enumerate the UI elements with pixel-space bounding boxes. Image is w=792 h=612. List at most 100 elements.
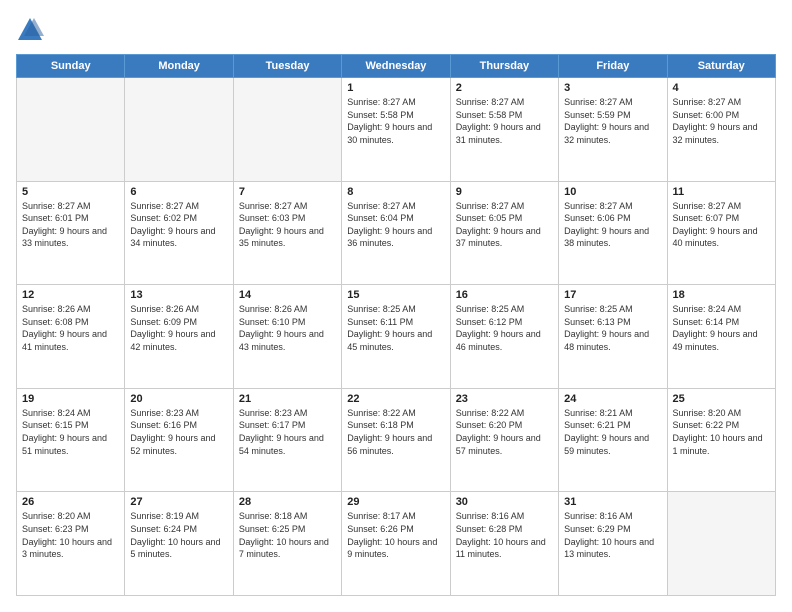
day-number: 8	[347, 186, 444, 198]
day-info: Sunrise: 8:27 AM Sunset: 6:03 PM Dayligh…	[239, 200, 336, 250]
day-info: Sunrise: 8:23 AM Sunset: 6:17 PM Dayligh…	[239, 407, 336, 457]
day-cell: 26 Sunrise: 8:20 AM Sunset: 6:23 PM Dayli…	[17, 492, 125, 596]
day-cell: 1 Sunrise: 8:27 AM Sunset: 5:58 PM Daylig…	[342, 78, 450, 182]
day-cell: 9 Sunrise: 8:27 AM Sunset: 6:05 PM Daylig…	[450, 181, 558, 285]
day-number: 5	[22, 186, 119, 198]
day-cell: 23 Sunrise: 8:22 AM Sunset: 6:20 PM Dayli…	[450, 388, 558, 492]
day-cell	[125, 78, 233, 182]
day-number: 24	[564, 393, 661, 405]
day-info: Sunrise: 8:16 AM Sunset: 6:28 PM Dayligh…	[456, 510, 553, 560]
day-number: 4	[673, 82, 770, 94]
weekday-header-row: SundayMondayTuesdayWednesdayThursdayFrid…	[17, 55, 776, 78]
day-number: 11	[673, 186, 770, 198]
day-number: 26	[22, 496, 119, 508]
day-number: 1	[347, 82, 444, 94]
weekday-wednesday: Wednesday	[342, 55, 450, 78]
day-number: 23	[456, 393, 553, 405]
day-info: Sunrise: 8:27 AM Sunset: 6:01 PM Dayligh…	[22, 200, 119, 250]
day-cell: 3Sunrise: 8:27 AM Sunset: 5:59 PM Daylig…	[559, 78, 667, 182]
day-info: Sunrise: 8:21 AM Sunset: 6:21 PM Dayligh…	[564, 407, 661, 457]
day-number: 18	[673, 289, 770, 301]
day-number: 16	[456, 289, 553, 301]
day-number: 7	[239, 186, 336, 198]
day-cell: 29 Sunrise: 8:17 AM Sunset: 6:26 PM Dayli…	[342, 492, 450, 596]
weekday-tuesday: Tuesday	[233, 55, 341, 78]
week-row-0: 1 Sunrise: 8:27 AM Sunset: 5:58 PM Daylig…	[17, 78, 776, 182]
day-cell: 16 Sunrise: 8:25 AM Sunset: 6:12 PM Dayli…	[450, 285, 558, 389]
logo	[16, 16, 50, 44]
day-number: 28	[239, 496, 336, 508]
day-info: Sunrise: 8:22 AM Sunset: 6:20 PM Dayligh…	[456, 407, 553, 457]
day-cell: 24 Sunrise: 8:21 AM Sunset: 6:21 PM Dayli…	[559, 388, 667, 492]
day-cell: 31 Sunrise: 8:16 AM Sunset: 6:29 PM Dayli…	[559, 492, 667, 596]
day-number: 14	[239, 289, 336, 301]
day-cell: 13Sunrise: 8:26 AM Sunset: 6:09 PM Dayli…	[125, 285, 233, 389]
day-info: Sunrise: 8:17 AM Sunset: 6:26 PM Dayligh…	[347, 510, 444, 560]
day-number: 15	[347, 289, 444, 301]
header	[16, 16, 776, 44]
day-cell: 19Sunrise: 8:24 AM Sunset: 6:15 PM Dayli…	[17, 388, 125, 492]
day-number: 2	[456, 82, 553, 94]
day-number: 21	[239, 393, 336, 405]
weekday-sunday: Sunday	[17, 55, 125, 78]
day-info: Sunrise: 8:25 AM Sunset: 6:13 PM Dayligh…	[564, 303, 661, 353]
day-cell: 22Sunrise: 8:22 AM Sunset: 6:18 PM Dayli…	[342, 388, 450, 492]
day-info: Sunrise: 8:27 AM Sunset: 6:00 PM Dayligh…	[673, 96, 770, 146]
day-info: Sunrise: 8:19 AM Sunset: 6:24 PM Dayligh…	[130, 510, 227, 560]
day-cell: 2 Sunrise: 8:27 AM Sunset: 5:58 PM Daylig…	[450, 78, 558, 182]
day-info: Sunrise: 8:27 AM Sunset: 6:05 PM Dayligh…	[456, 200, 553, 250]
weekday-thursday: Thursday	[450, 55, 558, 78]
weekday-monday: Monday	[125, 55, 233, 78]
day-number: 17	[564, 289, 661, 301]
day-cell: 15 Sunrise: 8:25 AM Sunset: 6:11 PM Dayli…	[342, 285, 450, 389]
day-info: Sunrise: 8:27 AM Sunset: 5:58 PM Dayligh…	[456, 96, 553, 146]
day-number: 31	[564, 496, 661, 508]
page: SundayMondayTuesdayWednesdayThursdayFrid…	[0, 0, 792, 612]
day-info: Sunrise: 8:18 AM Sunset: 6:25 PM Dayligh…	[239, 510, 336, 560]
day-info: Sunrise: 8:26 AM Sunset: 6:08 PM Dayligh…	[22, 303, 119, 353]
day-info: Sunrise: 8:26 AM Sunset: 6:09 PM Dayligh…	[130, 303, 227, 353]
day-cell: 10 Sunrise: 8:27 AM Sunset: 6:06 PM Dayli…	[559, 181, 667, 285]
day-number: 10	[564, 186, 661, 198]
day-info: Sunrise: 8:20 AM Sunset: 6:22 PM Dayligh…	[673, 407, 770, 457]
day-cell: 4 Sunrise: 8:27 AM Sunset: 6:00 PM Daylig…	[667, 78, 775, 182]
day-number: 20	[130, 393, 227, 405]
weekday-friday: Friday	[559, 55, 667, 78]
day-cell: 11Sunrise: 8:27 AM Sunset: 6:07 PM Dayli…	[667, 181, 775, 285]
day-info: Sunrise: 8:24 AM Sunset: 6:14 PM Dayligh…	[673, 303, 770, 353]
day-number: 30	[456, 496, 553, 508]
day-info: Sunrise: 8:24 AM Sunset: 6:15 PM Dayligh…	[22, 407, 119, 457]
day-cell: 30 Sunrise: 8:16 AM Sunset: 6:28 PM Dayli…	[450, 492, 558, 596]
day-number: 29	[347, 496, 444, 508]
calendar-table: SundayMondayTuesdayWednesdayThursdayFrid…	[16, 54, 776, 596]
day-info: Sunrise: 8:23 AM Sunset: 6:16 PM Dayligh…	[130, 407, 227, 457]
weekday-saturday: Saturday	[667, 55, 775, 78]
day-cell: 28 Sunrise: 8:18 AM Sunset: 6:25 PM Dayli…	[233, 492, 341, 596]
day-info: Sunrise: 8:16 AM Sunset: 6:29 PM Dayligh…	[564, 510, 661, 560]
day-cell: 18 Sunrise: 8:24 AM Sunset: 6:14 PM Dayli…	[667, 285, 775, 389]
day-cell	[667, 492, 775, 596]
logo-icon	[16, 16, 44, 44]
day-cell: 7 Sunrise: 8:27 AM Sunset: 6:03 PM Daylig…	[233, 181, 341, 285]
day-info: Sunrise: 8:27 AM Sunset: 6:06 PM Dayligh…	[564, 200, 661, 250]
day-number: 12	[22, 289, 119, 301]
day-info: Sunrise: 8:27 AM Sunset: 5:58 PM Dayligh…	[347, 96, 444, 146]
day-cell: 8Sunrise: 8:27 AM Sunset: 6:04 PM Daylig…	[342, 181, 450, 285]
week-row-1: 5 Sunrise: 8:27 AM Sunset: 6:01 PM Daylig…	[17, 181, 776, 285]
day-info: Sunrise: 8:25 AM Sunset: 6:11 PM Dayligh…	[347, 303, 444, 353]
day-info: Sunrise: 8:27 AM Sunset: 6:02 PM Dayligh…	[130, 200, 227, 250]
day-number: 6	[130, 186, 227, 198]
day-info: Sunrise: 8:25 AM Sunset: 6:12 PM Dayligh…	[456, 303, 553, 353]
day-info: Sunrise: 8:26 AM Sunset: 6:10 PM Dayligh…	[239, 303, 336, 353]
day-cell	[17, 78, 125, 182]
week-row-3: 19Sunrise: 8:24 AM Sunset: 6:15 PM Dayli…	[17, 388, 776, 492]
day-number: 9	[456, 186, 553, 198]
day-cell: 12 Sunrise: 8:26 AM Sunset: 6:08 PM Dayli…	[17, 285, 125, 389]
day-cell: 27Sunrise: 8:19 AM Sunset: 6:24 PM Dayli…	[125, 492, 233, 596]
day-cell: 5 Sunrise: 8:27 AM Sunset: 6:01 PM Daylig…	[17, 181, 125, 285]
day-number: 25	[673, 393, 770, 405]
day-info: Sunrise: 8:20 AM Sunset: 6:23 PM Dayligh…	[22, 510, 119, 560]
day-cell	[233, 78, 341, 182]
day-cell: 14 Sunrise: 8:26 AM Sunset: 6:10 PM Dayli…	[233, 285, 341, 389]
day-cell: 25 Sunrise: 8:20 AM Sunset: 6:22 PM Dayli…	[667, 388, 775, 492]
